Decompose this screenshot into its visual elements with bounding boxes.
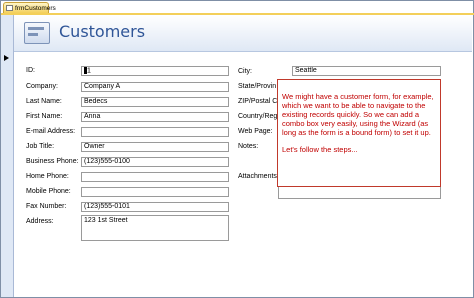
form-icon	[6, 5, 13, 11]
email-field[interactable]	[81, 127, 229, 137]
last-name-field[interactable]: Bedecs	[81, 97, 229, 107]
city-field[interactable]: Seattle	[292, 66, 441, 76]
job-title-label: Job Title:	[26, 143, 55, 150]
first-name-label: First Name:	[26, 113, 63, 120]
web-page-label: Web Page:	[238, 128, 273, 135]
current-record-arrow-icon	[4, 55, 9, 61]
home-phone-field[interactable]	[81, 172, 229, 182]
business-phone-field[interactable]: (123)555-0100	[81, 157, 229, 167]
form-header: Customers	[14, 15, 472, 52]
company-label: Company:	[26, 83, 58, 90]
tab-label: frmCustomers	[15, 5, 56, 12]
form-header-icon	[24, 22, 50, 44]
first-name-field[interactable]: Anna	[81, 112, 229, 122]
callout-text-followup: Let's follow the steps...	[282, 145, 358, 154]
state-province-label: State/Provin	[238, 83, 277, 90]
fax-number-field[interactable]: (123)555-0101	[81, 202, 229, 212]
business-phone-label: Business Phone:	[26, 158, 79, 165]
city-label: City:	[238, 68, 252, 75]
country-region-label: Country/Regi	[238, 113, 279, 120]
id-label: ID:	[26, 67, 35, 74]
mobile-phone-label: Mobile Phone:	[26, 188, 71, 195]
address-field[interactable]: 123 1st Street	[81, 215, 229, 241]
job-title-field[interactable]: Owner	[81, 142, 229, 152]
notes-label: Notes:	[238, 143, 259, 150]
mobile-phone-field[interactable]	[81, 187, 229, 197]
callout-text-main: We might have a customer form, for examp…	[282, 92, 434, 137]
address-label: Address:	[26, 218, 54, 225]
fax-number-label: Fax Number:	[26, 203, 67, 210]
company-field[interactable]: Company A	[81, 82, 229, 92]
record-selector[interactable]	[1, 15, 14, 297]
form-window: frmCustomers Customers ID: 1 Company: Co…	[0, 0, 474, 298]
email-label: E-mail Address:	[26, 128, 76, 135]
zip-postal-label: ZIP/Postal Co	[238, 98, 282, 105]
home-phone-label: Home Phone:	[26, 173, 69, 180]
attachments-label: Attachments:	[238, 173, 279, 180]
id-field[interactable]: 1	[81, 66, 229, 76]
last-name-label: Last Name:	[26, 98, 62, 105]
page-title: Customers	[59, 22, 146, 41]
annotation-callout: We might have a customer form, for examp…	[277, 79, 441, 187]
tab-frmcustomers[interactable]: frmCustomers	[3, 2, 56, 13]
